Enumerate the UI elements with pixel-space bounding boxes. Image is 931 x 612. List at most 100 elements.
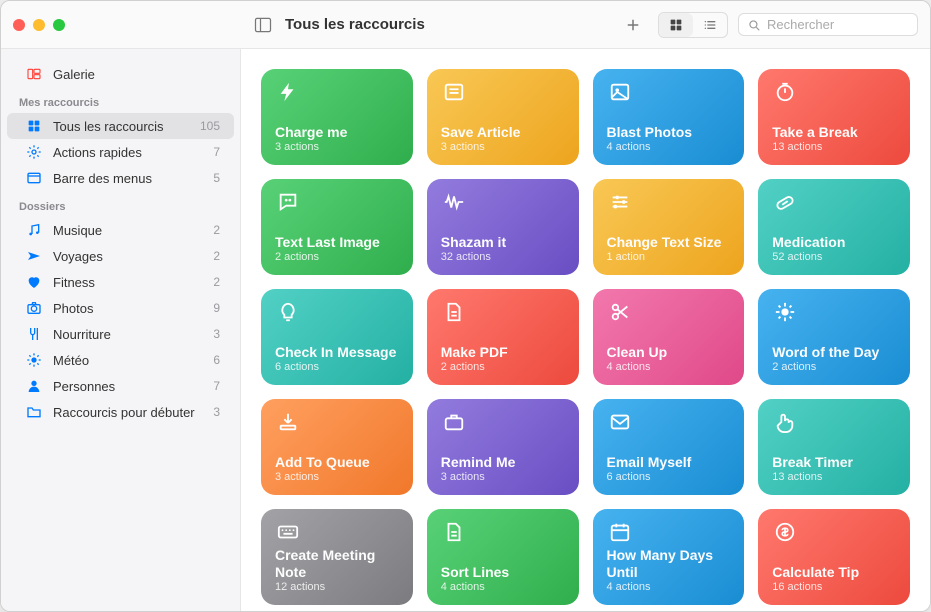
sidebar-item[interactable]: Actions rapides7 xyxy=(7,139,234,165)
sidebar-item-label: Barre des menus xyxy=(53,171,203,186)
search-input[interactable] xyxy=(767,17,907,32)
shortcut-title: Break Timer xyxy=(772,454,896,471)
sidebar-item[interactable]: Tous les raccourcis 105 xyxy=(7,113,234,139)
bulb-icon xyxy=(275,299,301,325)
gear-icon xyxy=(25,143,43,161)
briefcase-icon xyxy=(441,409,467,435)
shortcut-card[interactable]: Sort Lines4 actions xyxy=(427,509,579,605)
shortcut-card[interactable]: Create Meeting Note12 actions xyxy=(261,509,413,605)
sidebar-item-label: Personnes xyxy=(53,379,203,394)
dollar-icon xyxy=(772,519,798,545)
hand-icon xyxy=(772,409,798,435)
search-icon xyxy=(747,18,761,32)
plane-icon xyxy=(25,247,43,265)
sidebar-item-label: Photos xyxy=(53,301,203,316)
shortcut-subtitle: 13 actions xyxy=(772,471,896,483)
scissors-icon xyxy=(607,299,633,325)
shortcut-subtitle: 4 actions xyxy=(441,581,565,593)
minimize-window-button[interactable] xyxy=(33,19,45,31)
view-toggle xyxy=(658,12,728,38)
mail-icon xyxy=(607,409,633,435)
shortcut-title: Remind Me xyxy=(441,454,565,471)
shortcut-card[interactable]: Charge me3 actions xyxy=(261,69,413,165)
shortcut-grid: Charge me3 actionsSave Article3 actionsB… xyxy=(261,69,910,605)
shortcut-subtitle: 3 actions xyxy=(275,141,399,153)
sidebar-item[interactable]: Photos 9 xyxy=(7,295,234,321)
shortcut-subtitle: 3 actions xyxy=(275,471,399,483)
sidebar-item-label: Météo xyxy=(53,353,203,368)
bolt-icon xyxy=(275,79,301,105)
shortcut-title: Calculate Tip xyxy=(772,564,896,581)
sidebar-item-label: Tous les raccourcis xyxy=(53,119,190,134)
shortcut-card[interactable]: Clean Up4 actions xyxy=(593,289,745,385)
shortcut-card[interactable]: Medication52 actions xyxy=(758,179,910,275)
shortcut-card[interactable]: Take a Break13 actions xyxy=(758,69,910,165)
shortcut-card[interactable]: Calculate Tip16 actions xyxy=(758,509,910,605)
view-grid-button[interactable] xyxy=(659,13,693,37)
shortcut-card[interactable]: Make PDF2 actions xyxy=(427,289,579,385)
shortcut-subtitle: 4 actions xyxy=(607,361,731,373)
pill-icon xyxy=(772,189,798,215)
shortcut-subtitle: 1 action xyxy=(607,251,731,263)
shortcut-card[interactable]: Word of the Day2 actions xyxy=(758,289,910,385)
sidebar-item-count: 9 xyxy=(213,301,220,315)
shortcut-subtitle: 4 actions xyxy=(607,141,731,153)
shortcut-title: Clean Up xyxy=(607,344,731,361)
sliders-icon xyxy=(607,189,633,215)
sidebar-item-gallery[interactable]: Galerie xyxy=(7,61,234,87)
sidebar-item[interactable]: Voyages2 xyxy=(7,243,234,269)
shortcut-title: Add To Queue xyxy=(275,454,399,471)
heart-icon xyxy=(25,273,43,291)
doc-icon xyxy=(441,519,467,545)
sidebar-item-label: Musique xyxy=(53,223,203,238)
sparkle-icon xyxy=(772,299,798,325)
sidebar-item-label: Nourriture xyxy=(53,327,203,342)
shortcut-card[interactable]: Email Myself6 actions xyxy=(593,399,745,495)
shortcut-subtitle: 32 actions xyxy=(441,251,565,263)
sidebar-item-count: 6 xyxy=(213,353,220,367)
sidebar-item-label: Actions rapides xyxy=(53,145,203,160)
shortcut-card[interactable]: Remind Me3 actions xyxy=(427,399,579,495)
sidebar-item[interactable]: Musique2 xyxy=(7,217,234,243)
sidebar-item-label: Fitness xyxy=(53,275,203,290)
sidebar-item-count: 7 xyxy=(213,379,220,393)
shortcut-subtitle: 52 actions xyxy=(772,251,896,263)
shortcut-title: Create Meeting Note xyxy=(275,547,399,581)
close-window-button[interactable] xyxy=(13,19,25,31)
sidebar-item[interactable]: Météo 6 xyxy=(7,347,234,373)
sidebar-item[interactable]: Raccourcis pour débuter3 xyxy=(7,399,234,425)
toggle-sidebar-button[interactable] xyxy=(249,13,277,37)
shortcut-title: Medication xyxy=(772,234,896,251)
shortcut-card[interactable]: Save Article3 actions xyxy=(427,69,579,165)
shortcut-subtitle: 3 actions xyxy=(441,141,565,153)
search-field[interactable] xyxy=(738,13,918,36)
shortcut-title: Charge me xyxy=(275,124,399,141)
camera-icon xyxy=(25,299,43,317)
add-shortcut-button[interactable] xyxy=(618,12,648,38)
sidebar-item-label: Voyages xyxy=(53,249,203,264)
shortcut-card[interactable]: Check In Message6 actions xyxy=(261,289,413,385)
sidebar-item[interactable]: Nourriture3 xyxy=(7,321,234,347)
shortcut-card[interactable]: How Many Days Until4 actions xyxy=(593,509,745,605)
shortcut-card[interactable]: Blast Photos4 actions xyxy=(593,69,745,165)
calendar-icon xyxy=(607,519,633,545)
sidebar-item-count: 105 xyxy=(200,119,220,133)
sidebar-item[interactable]: Fitness2 xyxy=(7,269,234,295)
sidebar-item[interactable]: Personnes 7 xyxy=(7,373,234,399)
shortcut-card[interactable]: Shazam it32 actions xyxy=(427,179,579,275)
shortcut-card[interactable]: Add To Queue3 actions xyxy=(261,399,413,495)
shortcut-title: Check In Message xyxy=(275,344,399,361)
shortcut-subtitle: 3 actions xyxy=(441,471,565,483)
view-list-button[interactable] xyxy=(693,13,727,37)
menubar-icon xyxy=(25,169,43,187)
sidebar: Galerie Mes raccourcisTous les raccourci… xyxy=(1,49,241,611)
shortcut-card[interactable]: Break Timer13 actions xyxy=(758,399,910,495)
grid-icon xyxy=(25,117,43,135)
sidebar-item[interactable]: Barre des menus5 xyxy=(7,165,234,191)
shortcut-card[interactable]: Change Text Size1 action xyxy=(593,179,745,275)
shortcut-card[interactable]: Text Last Image2 actions xyxy=(261,179,413,275)
shortcut-subtitle: 12 actions xyxy=(275,581,399,593)
maximize-window-button[interactable] xyxy=(53,19,65,31)
shortcut-subtitle: 6 actions xyxy=(607,471,731,483)
shortcut-subtitle: 4 actions xyxy=(607,581,731,593)
